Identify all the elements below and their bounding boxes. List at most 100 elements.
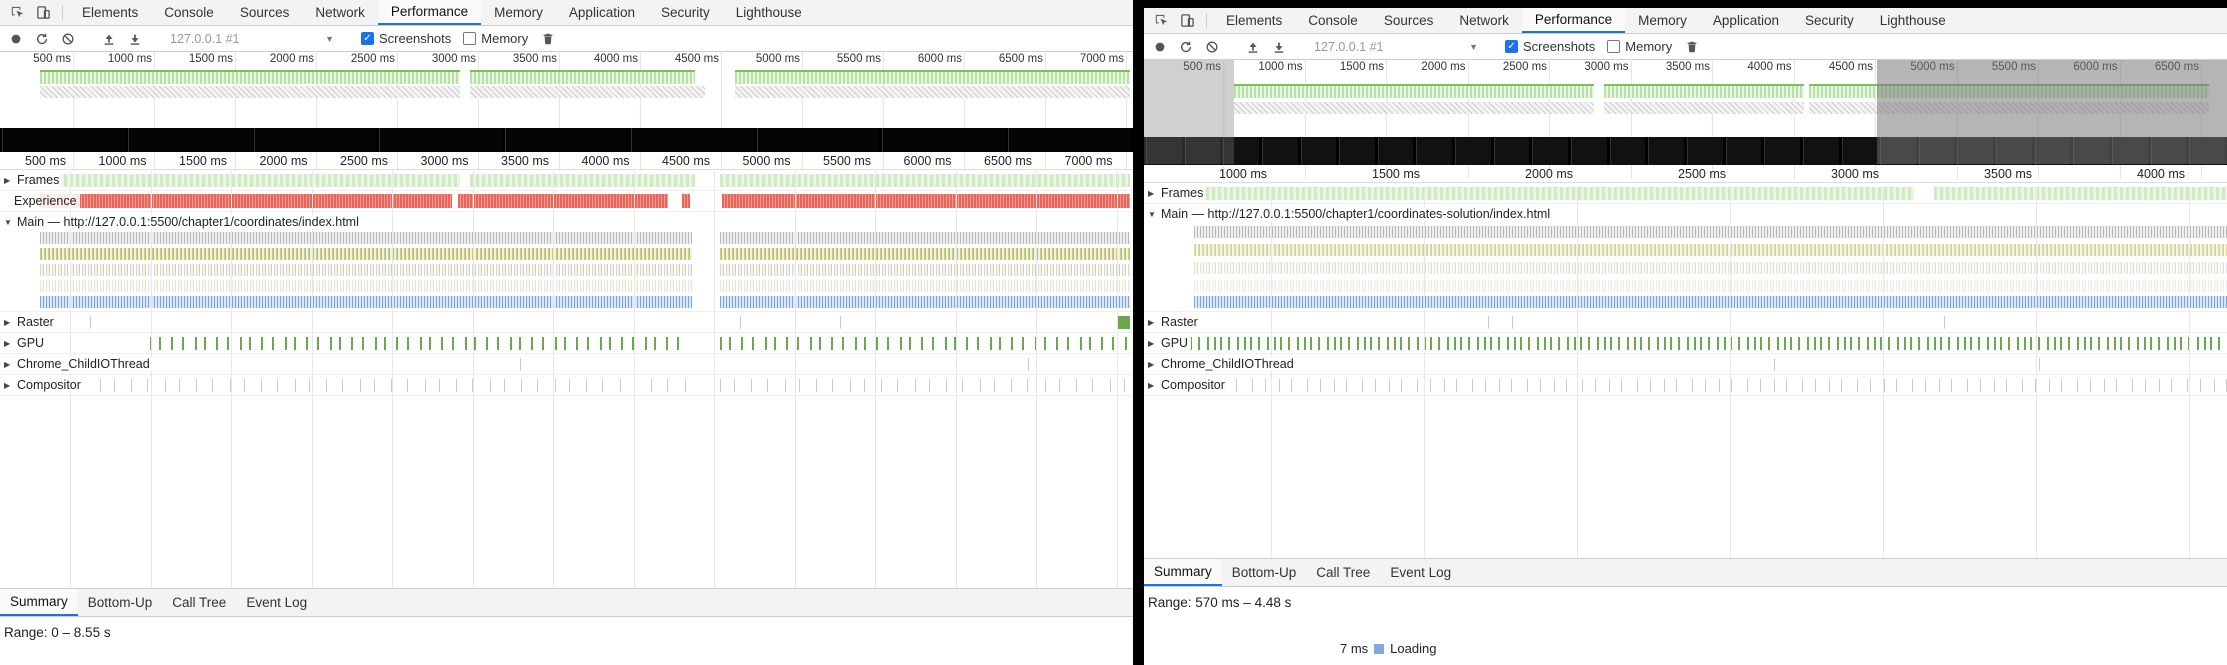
device-toolbar-icon[interactable] bbox=[1174, 8, 1200, 33]
reload-record-icon[interactable] bbox=[30, 28, 54, 50]
tab-lighthouse[interactable]: Lighthouse bbox=[1867, 8, 1959, 33]
raster-track[interactable]: ▶ Raster bbox=[0, 312, 1133, 333]
experience-track[interactable]: Experience bbox=[0, 191, 1133, 212]
memory-checkbox[interactable]: Memory bbox=[463, 31, 528, 46]
gpu-track[interactable]: ▶ GPU bbox=[0, 333, 1133, 354]
timeline-overview[interactable]: 500 ms 1000 ms 1500 ms 2000 ms 2500 ms 3000 m… bbox=[1144, 59, 2227, 179]
details-tab-call-tree[interactable]: Call Tree bbox=[162, 589, 236, 616]
overview-tick-label: 4500 ms bbox=[675, 51, 723, 171]
compositor-events bbox=[0, 379, 1133, 392]
device-toolbar-icon[interactable] bbox=[30, 0, 56, 25]
target-select[interactable]: 127.0.0.1 #1 ▼ bbox=[164, 32, 334, 46]
expand-triangle-icon[interactable]: ▶ bbox=[1148, 381, 1156, 390]
expand-triangle-icon[interactable]: ▶ bbox=[4, 339, 12, 348]
main-thread-track[interactable]: ▼ Main — http://127.0.0.1:5500/chapter1/c… bbox=[1144, 204, 2227, 312]
expand-triangle-icon[interactable]: ▶ bbox=[4, 176, 12, 185]
tab-memory[interactable]: Memory bbox=[481, 0, 556, 25]
event-tick bbox=[1841, 379, 1842, 392]
raster-track[interactable]: ▶ Raster bbox=[1144, 312, 2227, 333]
tab-network[interactable]: Network bbox=[1446, 8, 1522, 33]
trash-icon[interactable] bbox=[536, 28, 560, 50]
expand-triangle-icon[interactable]: ▶ bbox=[4, 318, 12, 327]
event-tick bbox=[277, 379, 278, 392]
details-tab-bottom-up[interactable]: Bottom-Up bbox=[78, 589, 163, 616]
gridline bbox=[633, 171, 635, 588]
timeline-overview[interactable]: 500 ms 1000 ms 1500 ms 2000 ms 2500 ms 3000 m… bbox=[0, 51, 1133, 171]
event-tick bbox=[330, 337, 332, 350]
event-tick bbox=[966, 337, 968, 350]
tab-performance[interactable]: Performance bbox=[377, 0, 482, 25]
tab-security[interactable]: Security bbox=[1792, 8, 1867, 33]
trash-icon[interactable] bbox=[1680, 36, 1704, 58]
raster-track-label: ▶ Raster bbox=[1148, 315, 1201, 329]
expand-triangle-icon[interactable]: ▶ bbox=[4, 360, 12, 369]
details-tab-event-log[interactable]: Event Log bbox=[1380, 559, 1461, 586]
target-label: 127.0.0.1 #1 bbox=[1314, 39, 1384, 54]
overview-tick-label: 4500 ms bbox=[1829, 59, 1877, 179]
gridline bbox=[472, 171, 474, 588]
details-tab-event-log[interactable]: Event Log bbox=[236, 589, 317, 616]
tab-console[interactable]: Console bbox=[1295, 8, 1371, 33]
record-icon[interactable] bbox=[4, 28, 28, 50]
details-tab-summary[interactable]: Summary bbox=[0, 589, 78, 616]
inspect-element-icon[interactable] bbox=[1148, 8, 1174, 33]
gpu-track[interactable]: ▶ GPU bbox=[1144, 333, 2227, 354]
tab-application[interactable]: Application bbox=[1700, 8, 1792, 33]
expand-triangle-icon[interactable]: ▶ bbox=[1148, 318, 1156, 327]
tab-network[interactable]: Network bbox=[302, 0, 378, 25]
event-tick bbox=[666, 337, 668, 350]
event-tick bbox=[946, 379, 947, 392]
details-tab-call-tree[interactable]: Call Tree bbox=[1306, 559, 1380, 586]
event-tick bbox=[486, 337, 488, 350]
event-tick bbox=[1417, 337, 1419, 350]
selection-mask-left[interactable] bbox=[1144, 60, 1234, 164]
upload-profile-icon[interactable] bbox=[1241, 36, 1265, 58]
compositor-track[interactable]: ▶ Compositor bbox=[0, 375, 1133, 396]
tab-lighthouse[interactable]: Lighthouse bbox=[723, 0, 815, 25]
target-select[interactable]: 127.0.0.1 #1 ▼ bbox=[1308, 40, 1478, 54]
tab-application[interactable]: Application bbox=[556, 0, 648, 25]
tab-performance[interactable]: Performance bbox=[1521, 8, 1626, 33]
frames-track[interactable]: ▶ Frames bbox=[0, 170, 1133, 191]
tab-sources[interactable]: Sources bbox=[227, 0, 303, 25]
frames-track[interactable]: ▶ Frames bbox=[1144, 183, 2227, 204]
io-thread-track[interactable]: ▶ Chrome_ChildIOThread bbox=[1144, 354, 2227, 375]
collapse-triangle-icon[interactable]: ▼ bbox=[4, 218, 12, 227]
expand-triangle-icon[interactable]: ▶ bbox=[1148, 360, 1156, 369]
tab-memory[interactable]: Memory bbox=[1625, 8, 1700, 33]
compositor-track[interactable]: ▶ Compositor bbox=[1144, 375, 2227, 396]
expand-triangle-icon[interactable]: ▶ bbox=[4, 381, 12, 390]
upload-profile-icon[interactable] bbox=[97, 28, 121, 50]
expand-triangle-icon[interactable]: ▶ bbox=[1148, 339, 1156, 348]
collapse-triangle-icon[interactable]: ▼ bbox=[1148, 210, 1156, 219]
memory-checkbox[interactable]: Memory bbox=[1607, 39, 1672, 54]
selection-mask-right[interactable] bbox=[1877, 60, 2227, 164]
tab-security[interactable]: Security bbox=[648, 0, 723, 25]
event-tick bbox=[2000, 337, 2002, 350]
event-tick bbox=[309, 379, 310, 392]
reload-record-icon[interactable] bbox=[1174, 36, 1198, 58]
download-profile-icon[interactable] bbox=[1267, 36, 1291, 58]
clear-icon[interactable] bbox=[1200, 36, 1224, 58]
screenshots-checkbox[interactable]: ✓ Screenshots bbox=[1505, 39, 1595, 54]
event-tick bbox=[1370, 337, 1372, 350]
io-thread-track[interactable]: ▶ Chrome_ChildIOThread bbox=[0, 354, 1133, 375]
tab-sources[interactable]: Sources bbox=[1371, 8, 1447, 33]
event-tick bbox=[2204, 337, 2206, 350]
expand-triangle-icon[interactable]: ▶ bbox=[1148, 189, 1156, 198]
details-tab-bottom-up[interactable]: Bottom-Up bbox=[1222, 559, 1307, 586]
clear-icon[interactable] bbox=[56, 28, 80, 50]
record-icon[interactable] bbox=[1148, 36, 1172, 58]
event-tick bbox=[1692, 379, 1693, 392]
tab-console[interactable]: Console bbox=[151, 0, 227, 25]
download-profile-icon[interactable] bbox=[123, 28, 147, 50]
screenshots-checkbox[interactable]: ✓ Screenshots bbox=[361, 31, 451, 46]
inspect-element-icon[interactable] bbox=[4, 0, 30, 25]
tab-elements[interactable]: Elements bbox=[1213, 8, 1295, 33]
details-tab-summary[interactable]: Summary bbox=[1144, 559, 1222, 586]
tab-elements[interactable]: Elements bbox=[69, 0, 151, 25]
event-tick bbox=[216, 337, 218, 350]
event-tick bbox=[1705, 379, 1706, 392]
main-thread-track[interactable]: ▼ Main — http://127.0.0.1:5500/chapter1/c… bbox=[0, 212, 1133, 312]
event-tick bbox=[2137, 337, 2139, 350]
